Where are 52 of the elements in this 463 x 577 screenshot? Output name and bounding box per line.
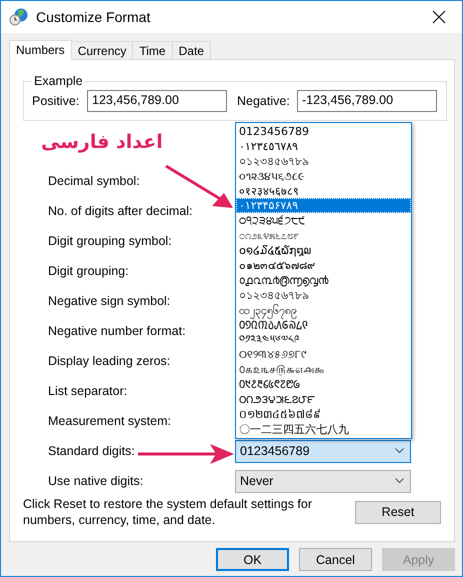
list-item[interactable]: ೦೧೨೩೪೫೬೭೮೯ xyxy=(236,228,411,244)
dropdown[interactable]: 0123456789 xyxy=(235,440,411,462)
group-title: Example xyxy=(33,74,84,88)
negative-field[interactable]: -123,456,789.00 xyxy=(297,90,437,112)
tab[interactable]: Date xyxy=(172,41,211,59)
annotation-text: اعداد فارسی xyxy=(41,131,163,153)
setting-label: No. of digits after decimal: xyxy=(48,204,193,218)
setting-label: Standard digits: xyxy=(48,444,135,458)
list-item[interactable]: ๐๑๒๓๔๕๖๗๘๙ xyxy=(236,258,411,273)
list-item[interactable]: 〇一二三四五六七八九 xyxy=(236,422,411,437)
list-item[interactable]: ୦୧୨୩୪୫୬୭୮୯ xyxy=(236,347,411,362)
setting-label: Use native digits: xyxy=(48,474,144,488)
list-item[interactable]: ໐໑໒໓໔໕໖໗໘໙ xyxy=(236,243,411,258)
setting-label: Digit grouping: xyxy=(48,264,129,278)
dialog-button[interactable]: Cancel xyxy=(299,548,372,571)
setting-label: Decimal symbol: xyxy=(48,174,140,188)
globe-clock-icon xyxy=(9,8,29,26)
list-item[interactable]: ༠༡༢༣༤༥༦༧༨༩ xyxy=(236,332,411,348)
setting-label: List separator: xyxy=(48,384,128,398)
setting-label: Measurement system: xyxy=(48,414,171,428)
reset-button[interactable]: Reset xyxy=(355,500,441,524)
list-item[interactable]: ០១២៣៤៥៦៧៨៩ xyxy=(236,406,411,422)
field-label: Negative: xyxy=(237,94,289,108)
setting-label: Negative number format: xyxy=(48,324,186,338)
dropdown[interactable]: Never xyxy=(235,470,411,492)
list-item[interactable]: ᱐᱑᱒᱓᱔᱕᱖᱗᱘᱙ xyxy=(236,377,411,392)
dialog-button[interactable]: OK xyxy=(216,548,289,571)
setting-label: Digit grouping symbol: xyxy=(48,234,172,248)
list-item[interactable]: ૦૧૨૩૪૫૬૭૮૯ xyxy=(236,168,411,184)
list-item[interactable]: 0123456789 xyxy=(236,124,411,139)
list-item[interactable]: ٠١٢٣٤٥٦٧٨٩ xyxy=(236,138,411,154)
window-title: Customize Format xyxy=(36,9,152,25)
tab[interactable]: Currency xyxy=(70,41,134,59)
list-item[interactable]: ౦౧౨౩౪౫౬౭౮౯ xyxy=(236,392,411,407)
list-item[interactable]: ᠐᠑᠒᠓᠔᠕᠖᠗᠘᠙ xyxy=(236,318,411,332)
list-item[interactable]: ੦੧੨੩੪੫੬੭੮੯ xyxy=(236,213,411,228)
list-item[interactable]: ০১২৩৪৫৬৭৮৯ xyxy=(236,154,411,169)
field-label: Positive: xyxy=(32,94,79,108)
list-item[interactable]: ০১২৩৪৫৬৭৮৯ xyxy=(236,288,411,303)
list-item[interactable]: ၀၁၂၃၄၅၆၇၈၉ xyxy=(236,302,411,318)
close-icon xyxy=(432,10,446,24)
reset-note: Click Reset to restore the system default settings for numbers, currency, time, and date. xyxy=(23,496,314,528)
tab[interactable]: Numbers xyxy=(9,40,72,60)
list-item[interactable]: ०१२३४५६७८९ xyxy=(236,184,411,198)
positive-field[interactable]: 123,456,789.00 xyxy=(87,90,227,112)
chevron-down-icon xyxy=(395,478,404,484)
chevron-down-icon xyxy=(395,448,404,454)
setting-label: Display leading zeros: xyxy=(48,354,170,368)
setting-label: Negative sign symbol: xyxy=(48,294,170,308)
list-item[interactable]: ൦൧൨൩൪൫൬൭൮൯ xyxy=(236,272,411,288)
list-item[interactable]: ۰۱۲۳۴۵۶۷۸۹ xyxy=(236,198,411,214)
list-item[interactable]: ௦௧௨௩௪௫௬௭௮௯ xyxy=(236,362,411,378)
